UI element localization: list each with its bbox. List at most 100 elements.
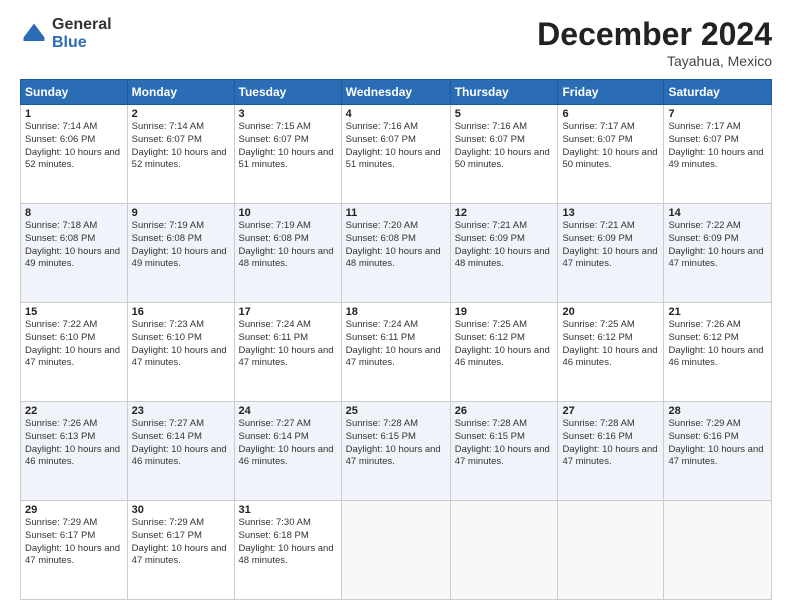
- calendar-week-row: 8Sunrise: 7:18 AM Sunset: 6:08 PM Daylig…: [21, 204, 772, 303]
- day-detail: Sunrise: 7:29 AM Sunset: 6:16 PM Dayligh…: [668, 418, 767, 469]
- table-row: 21Sunrise: 7:26 AM Sunset: 6:12 PM Dayli…: [664, 303, 772, 402]
- col-monday: Monday: [127, 80, 234, 105]
- day-number: 23: [132, 405, 230, 417]
- day-detail: Sunrise: 7:28 AM Sunset: 6:16 PM Dayligh…: [562, 418, 659, 469]
- col-wednesday: Wednesday: [341, 80, 450, 105]
- table-row: 24Sunrise: 7:27 AM Sunset: 6:14 PM Dayli…: [234, 402, 341, 501]
- day-detail: Sunrise: 7:17 AM Sunset: 6:07 PM Dayligh…: [562, 121, 659, 172]
- day-number: 14: [668, 207, 767, 219]
- day-detail: Sunrise: 7:15 AM Sunset: 6:07 PM Dayligh…: [239, 121, 337, 172]
- day-number: 20: [562, 306, 659, 318]
- table-row: 3Sunrise: 7:15 AM Sunset: 6:07 PM Daylig…: [234, 105, 341, 204]
- day-detail: Sunrise: 7:16 AM Sunset: 6:07 PM Dayligh…: [346, 121, 446, 172]
- day-number: 6: [562, 108, 659, 120]
- col-sunday: Sunday: [21, 80, 128, 105]
- day-number: 4: [346, 108, 446, 120]
- day-detail: Sunrise: 7:18 AM Sunset: 6:08 PM Dayligh…: [25, 220, 123, 271]
- day-detail: Sunrise: 7:29 AM Sunset: 6:17 PM Dayligh…: [25, 517, 123, 568]
- calendar-week-row: 29Sunrise: 7:29 AM Sunset: 6:17 PM Dayli…: [21, 501, 772, 600]
- day-detail: Sunrise: 7:27 AM Sunset: 6:14 PM Dayligh…: [239, 418, 337, 469]
- location: Tayahua, Mexico: [537, 53, 772, 69]
- logo-text: General Blue: [52, 16, 112, 51]
- table-row: 5Sunrise: 7:16 AM Sunset: 6:07 PM Daylig…: [450, 105, 558, 204]
- table-row: 29Sunrise: 7:29 AM Sunset: 6:17 PM Dayli…: [21, 501, 128, 600]
- day-detail: Sunrise: 7:21 AM Sunset: 6:09 PM Dayligh…: [562, 220, 659, 271]
- day-detail: Sunrise: 7:16 AM Sunset: 6:07 PM Dayligh…: [455, 121, 554, 172]
- day-number: 2: [132, 108, 230, 120]
- table-row: 13Sunrise: 7:21 AM Sunset: 6:09 PM Dayli…: [558, 204, 664, 303]
- day-number: 28: [668, 405, 767, 417]
- table-row: 9Sunrise: 7:19 AM Sunset: 6:08 PM Daylig…: [127, 204, 234, 303]
- col-tuesday: Tuesday: [234, 80, 341, 105]
- day-number: 30: [132, 504, 230, 516]
- day-number: 16: [132, 306, 230, 318]
- calendar-header-row: Sunday Monday Tuesday Wednesday Thursday…: [21, 80, 772, 105]
- day-number: 10: [239, 207, 337, 219]
- day-detail: Sunrise: 7:29 AM Sunset: 6:17 PM Dayligh…: [132, 517, 230, 568]
- day-number: 24: [239, 405, 337, 417]
- calendar-week-row: 22Sunrise: 7:26 AM Sunset: 6:13 PM Dayli…: [21, 402, 772, 501]
- month-title: December 2024: [537, 16, 772, 53]
- day-detail: Sunrise: 7:26 AM Sunset: 6:12 PM Dayligh…: [668, 319, 767, 370]
- table-row: 7Sunrise: 7:17 AM Sunset: 6:07 PM Daylig…: [664, 105, 772, 204]
- day-number: 31: [239, 504, 337, 516]
- day-number: 21: [668, 306, 767, 318]
- day-detail: Sunrise: 7:26 AM Sunset: 6:13 PM Dayligh…: [25, 418, 123, 469]
- col-friday: Friday: [558, 80, 664, 105]
- day-detail: Sunrise: 7:27 AM Sunset: 6:14 PM Dayligh…: [132, 418, 230, 469]
- day-number: 8: [25, 207, 123, 219]
- table-row: [664, 501, 772, 600]
- table-row: 12Sunrise: 7:21 AM Sunset: 6:09 PM Dayli…: [450, 204, 558, 303]
- day-detail: Sunrise: 7:22 AM Sunset: 6:09 PM Dayligh…: [668, 220, 767, 271]
- day-number: 11: [346, 207, 446, 219]
- day-number: 12: [455, 207, 554, 219]
- table-row: 30Sunrise: 7:29 AM Sunset: 6:17 PM Dayli…: [127, 501, 234, 600]
- table-row: 20Sunrise: 7:25 AM Sunset: 6:12 PM Dayli…: [558, 303, 664, 402]
- day-detail: Sunrise: 7:14 AM Sunset: 6:06 PM Dayligh…: [25, 121, 123, 172]
- table-row: 16Sunrise: 7:23 AM Sunset: 6:10 PM Dayli…: [127, 303, 234, 402]
- logo-blue: Blue: [52, 34, 112, 52]
- col-thursday: Thursday: [450, 80, 558, 105]
- day-detail: Sunrise: 7:23 AM Sunset: 6:10 PM Dayligh…: [132, 319, 230, 370]
- header: General Blue December 2024 Tayahua, Mexi…: [20, 16, 772, 69]
- table-row: 4Sunrise: 7:16 AM Sunset: 6:07 PM Daylig…: [341, 105, 450, 204]
- calendar-table: Sunday Monday Tuesday Wednesday Thursday…: [20, 79, 772, 600]
- day-number: 15: [25, 306, 123, 318]
- table-row: 28Sunrise: 7:29 AM Sunset: 6:16 PM Dayli…: [664, 402, 772, 501]
- day-detail: Sunrise: 7:20 AM Sunset: 6:08 PM Dayligh…: [346, 220, 446, 271]
- day-detail: Sunrise: 7:17 AM Sunset: 6:07 PM Dayligh…: [668, 121, 767, 172]
- logo: General Blue: [20, 16, 112, 51]
- day-number: 27: [562, 405, 659, 417]
- day-detail: Sunrise: 7:24 AM Sunset: 6:11 PM Dayligh…: [239, 319, 337, 370]
- day-detail: Sunrise: 7:21 AM Sunset: 6:09 PM Dayligh…: [455, 220, 554, 271]
- day-detail: Sunrise: 7:19 AM Sunset: 6:08 PM Dayligh…: [239, 220, 337, 271]
- day-number: 5: [455, 108, 554, 120]
- day-detail: Sunrise: 7:14 AM Sunset: 6:07 PM Dayligh…: [132, 121, 230, 172]
- table-row: 19Sunrise: 7:25 AM Sunset: 6:12 PM Dayli…: [450, 303, 558, 402]
- day-detail: Sunrise: 7:24 AM Sunset: 6:11 PM Dayligh…: [346, 319, 446, 370]
- day-number: 13: [562, 207, 659, 219]
- table-row: 14Sunrise: 7:22 AM Sunset: 6:09 PM Dayli…: [664, 204, 772, 303]
- table-row: 10Sunrise: 7:19 AM Sunset: 6:08 PM Dayli…: [234, 204, 341, 303]
- table-row: 8Sunrise: 7:18 AM Sunset: 6:08 PM Daylig…: [21, 204, 128, 303]
- table-row: 23Sunrise: 7:27 AM Sunset: 6:14 PM Dayli…: [127, 402, 234, 501]
- table-row: 15Sunrise: 7:22 AM Sunset: 6:10 PM Dayli…: [21, 303, 128, 402]
- day-number: 17: [239, 306, 337, 318]
- table-row: 18Sunrise: 7:24 AM Sunset: 6:11 PM Dayli…: [341, 303, 450, 402]
- table-row: 2Sunrise: 7:14 AM Sunset: 6:07 PM Daylig…: [127, 105, 234, 204]
- table-row: [450, 501, 558, 600]
- table-row: [558, 501, 664, 600]
- day-detail: Sunrise: 7:22 AM Sunset: 6:10 PM Dayligh…: [25, 319, 123, 370]
- table-row: 26Sunrise: 7:28 AM Sunset: 6:15 PM Dayli…: [450, 402, 558, 501]
- day-number: 29: [25, 504, 123, 516]
- day-detail: Sunrise: 7:25 AM Sunset: 6:12 PM Dayligh…: [455, 319, 554, 370]
- table-row: 1Sunrise: 7:14 AM Sunset: 6:06 PM Daylig…: [21, 105, 128, 204]
- day-number: 25: [346, 405, 446, 417]
- calendar-week-row: 15Sunrise: 7:22 AM Sunset: 6:10 PM Dayli…: [21, 303, 772, 402]
- calendar-week-row: 1Sunrise: 7:14 AM Sunset: 6:06 PM Daylig…: [21, 105, 772, 204]
- table-row: 17Sunrise: 7:24 AM Sunset: 6:11 PM Dayli…: [234, 303, 341, 402]
- table-row: 31Sunrise: 7:30 AM Sunset: 6:18 PM Dayli…: [234, 501, 341, 600]
- day-number: 19: [455, 306, 554, 318]
- logo-icon: [20, 20, 48, 48]
- logo-general: General: [52, 16, 112, 34]
